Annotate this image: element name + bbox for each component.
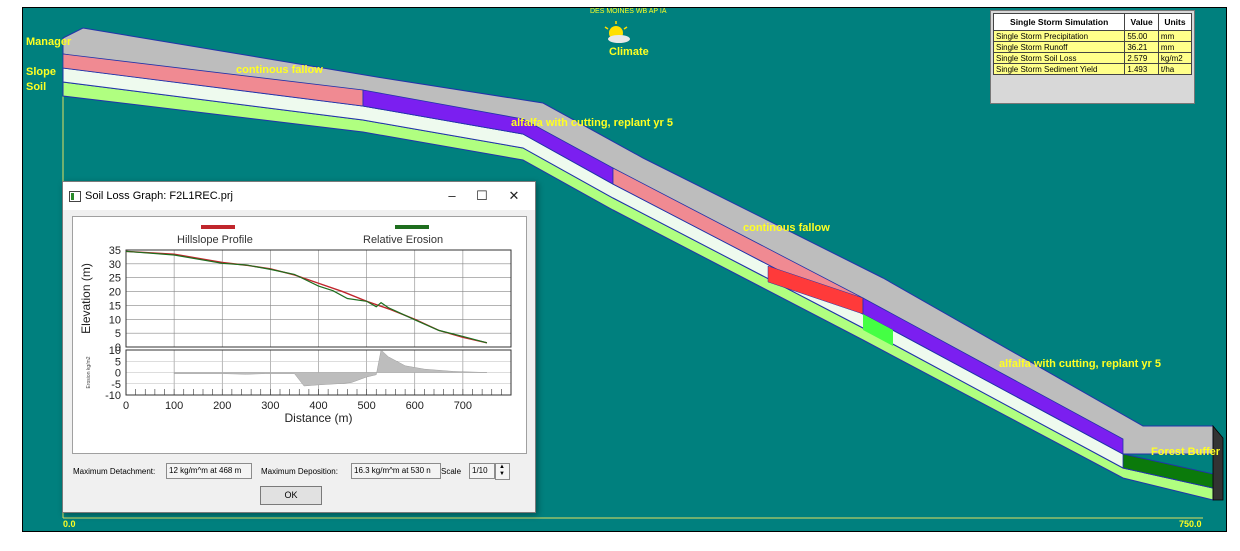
row-value: 36.21 xyxy=(1124,41,1159,53)
results-header-value: Value xyxy=(1124,13,1159,31)
chart-plot-area: 0 100 200 300 400 500 600 70005101520253035-10-… xyxy=(79,245,512,425)
row-value: 1.493 xyxy=(1124,63,1159,75)
hillslope-profile-line xyxy=(125,250,488,344)
station-label: DES MOINES WB AP IA xyxy=(590,8,667,15)
relative-erosion-line xyxy=(125,250,488,344)
row-label: Single Storm Sediment Yield xyxy=(992,63,1126,75)
y-tick-label: 35 xyxy=(109,245,121,257)
x-tick-label: 100 xyxy=(165,400,183,412)
table-row: Single Storm Runoff 36.21 mm xyxy=(992,41,1193,53)
y-tick-label: 10 xyxy=(109,314,121,326)
ofe-label-1[interactable]: continous fallow xyxy=(236,64,323,76)
row-label: Single Storm Runoff xyxy=(992,41,1126,53)
climate-sun-icon[interactable] xyxy=(604,21,630,43)
minimize-button[interactable]: – xyxy=(437,186,467,206)
x-tick-label: 500 xyxy=(357,400,375,412)
dialog-titlebar[interactable]: Soil Loss Graph: F2L1REC.prj – ☐ ✕ xyxy=(63,182,535,210)
x-tick-label: 200 xyxy=(213,400,231,412)
y-axis-label: Elevation (m) xyxy=(79,263,93,334)
scale-label: Scale xyxy=(441,467,462,476)
erosion-area xyxy=(173,349,487,387)
results-table-panel: Single Storm Simulation Value Units Sing… xyxy=(990,10,1195,104)
ok-button[interactable]: OK xyxy=(260,486,322,505)
y2-tick-label: 0 xyxy=(115,368,121,380)
spin-down-icon[interactable]: ▼ xyxy=(499,471,505,477)
max-detachment-field: 12 kg/m^m at 468 m xyxy=(166,463,252,479)
row-value: 55.00 xyxy=(1124,30,1159,42)
y-tick-label: 5 xyxy=(115,328,121,340)
table-row: Single Storm Precipitation 55.00 mm xyxy=(992,30,1193,42)
max-deposition-field: 16.3 kg/m^m at 530 n xyxy=(351,463,441,479)
close-button[interactable]: ✕ xyxy=(499,186,529,206)
maximize-button[interactable]: ☐ xyxy=(467,186,497,206)
row-unit: mm xyxy=(1157,41,1193,53)
axis-end-label: 750.0 xyxy=(1179,519,1202,529)
y-tick-label: 15 xyxy=(109,300,121,312)
max-detachment-label: Maximum Detachment: xyxy=(73,467,156,476)
row-value: 2.579 xyxy=(1124,52,1159,64)
ofe-label-5[interactable]: Forest Buffer xyxy=(1151,446,1220,458)
ofe-alfalfa-2 xyxy=(862,297,1124,455)
x-axis-label: Distance (m) xyxy=(284,411,352,425)
end-face xyxy=(1212,424,1224,501)
row-unit: t/ha xyxy=(1157,63,1193,75)
results-header-simulation: Single Storm Simulation xyxy=(992,13,1126,31)
slope-label[interactable]: Slope xyxy=(26,66,56,78)
soil-label[interactable]: Soil xyxy=(26,81,46,93)
ofe-label-4[interactable]: alfalfa with cutting, replant yr 5 xyxy=(999,358,1161,370)
row-label: Single Storm Precipitation xyxy=(992,30,1126,42)
row-unit: kg/m2 xyxy=(1157,52,1193,64)
spin-up-icon[interactable]: ▲ xyxy=(499,464,505,470)
y2-tick-label: -5 xyxy=(111,379,121,391)
soil-loss-chart: Hillslope Profile Relative Erosion 0 100 2… xyxy=(72,216,527,454)
results-table: Single Storm Simulation Value Units Sing… xyxy=(992,13,1193,75)
x-tick-label: 0 xyxy=(123,400,129,412)
climate-label[interactable]: Climate xyxy=(609,46,649,58)
x-tick-label: 600 xyxy=(406,400,424,412)
app-icon xyxy=(69,191,81,202)
max-deposition-label: Maximum Deposition: xyxy=(261,467,338,476)
y-tick-label: 30 xyxy=(109,259,121,271)
dialog-title: Soil Loss Graph: F2L1REC.prj xyxy=(85,190,233,202)
row-unit: mm xyxy=(1157,30,1193,42)
ofe-label-3[interactable]: continous fallow xyxy=(743,222,830,234)
row-label: Single Storm Soil Loss xyxy=(992,52,1126,64)
wepp-window: DES MOINES WB AP IA Climate Manager Slop… xyxy=(0,0,1240,551)
ofe-label-2[interactable]: alfalfa with cutting, replant yr 5 xyxy=(511,117,673,129)
y-tick-label: 20 xyxy=(109,287,121,299)
table-row: Single Storm Sediment Yield 1.493 t/ha xyxy=(992,63,1193,75)
y2-axis-label: Erosion kg/m2 xyxy=(86,356,92,388)
results-header-units: Units xyxy=(1157,13,1193,31)
y2-tick-label: 5 xyxy=(115,356,121,368)
axis-start-label: 0.0 xyxy=(63,519,76,529)
y2-tick-label: 10 xyxy=(109,345,121,357)
x-tick-label: 300 xyxy=(261,400,279,412)
x-tick-label: 700 xyxy=(454,400,472,412)
y2-tick-label: -10 xyxy=(105,390,121,402)
y-tick-label: 25 xyxy=(109,273,121,285)
soil-loss-dialog[interactable]: Soil Loss Graph: F2L1REC.prj – ☐ ✕ Hills… xyxy=(62,181,536,513)
management-label[interactable]: Manager xyxy=(26,36,71,48)
table-row: Single Storm Soil Loss 2.579 kg/m2 xyxy=(992,52,1193,64)
scale-input[interactable]: 1/10 xyxy=(469,463,495,479)
scale-spinner[interactable]: ▲ ▼ xyxy=(495,463,510,480)
